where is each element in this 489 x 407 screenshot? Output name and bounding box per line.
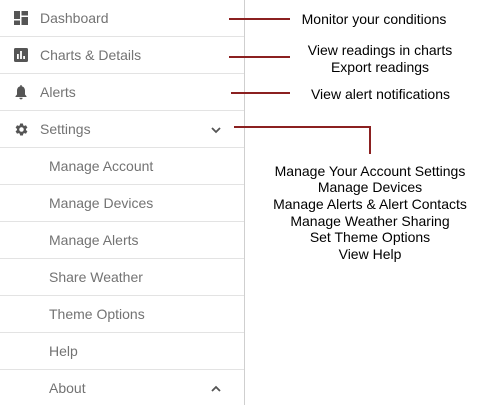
bell-icon (13, 84, 29, 100)
annotation-alerts: View alert notifications (310, 86, 451, 102)
submenu-item-manage-alerts[interactable]: Manage Alerts (0, 222, 244, 259)
submenu-item-label: Theme Options (49, 306, 145, 322)
submenu-item-about[interactable]: About (0, 370, 244, 407)
annotation-settings-line6: View Help (338, 246, 402, 262)
gear-icon (13, 121, 29, 137)
annotation-settings-line2: Manage Devices (317, 179, 423, 195)
submenu-item-help[interactable]: Help (0, 333, 244, 370)
sidebar-item-label: Charts & Details (40, 47, 142, 63)
callout-line-dashboard (229, 18, 290, 20)
submenu-item-label: Manage Alerts (49, 232, 139, 248)
sidebar-item-label: Dashboard (40, 10, 109, 26)
submenu-item-label: Help (49, 343, 78, 359)
sidebar-item-dashboard[interactable]: Dashboard (0, 0, 244, 37)
annotation-charts-line2: Export readings (330, 59, 430, 75)
submenu-item-label: About (49, 380, 86, 396)
callout-line-settings-vertical (369, 126, 371, 154)
sidebar-item-settings[interactable]: Settings (0, 111, 244, 148)
annotation-charts-line1: View readings in charts (307, 42, 453, 58)
callout-line-alerts (231, 92, 290, 94)
submenu-item-label: Manage Account (49, 158, 154, 174)
sidebar-item-label: Settings (40, 121, 91, 137)
submenu-item-manage-account[interactable]: Manage Account (0, 148, 244, 185)
submenu-item-label: Manage Devices (49, 195, 154, 211)
sidebar-item-label: Alerts (40, 84, 76, 100)
callout-line-settings-horizontal (234, 126, 371, 128)
submenu-item-manage-devices[interactable]: Manage Devices (0, 185, 244, 222)
chevron-up-icon[interactable] (209, 382, 223, 396)
dashboard-icon (13, 10, 29, 26)
sidebar-item-charts[interactable]: Charts & Details (0, 37, 244, 74)
sidebar-nav: Dashboard Charts & Details Alerts Settin… (0, 0, 245, 405)
callout-line-charts (229, 56, 290, 58)
sidebar-item-alerts[interactable]: Alerts (0, 74, 244, 111)
annotation-settings-line4: Manage Weather Sharing (290, 213, 450, 229)
submenu-item-share-weather[interactable]: Share Weather (0, 259, 244, 296)
annotation-settings-line1: Manage Your Account Settings (274, 163, 466, 179)
annotation-settings-line3: Manage Alerts & Alert Contacts (273, 196, 467, 212)
bar-chart-icon (13, 47, 29, 63)
submenu-item-theme-options[interactable]: Theme Options (0, 296, 244, 333)
submenu-item-label: Share Weather (49, 269, 143, 285)
annotation-settings-line5: Set Theme Options (309, 229, 431, 245)
annotation-dashboard: Monitor your conditions (301, 11, 447, 27)
chevron-down-icon[interactable] (209, 123, 223, 137)
